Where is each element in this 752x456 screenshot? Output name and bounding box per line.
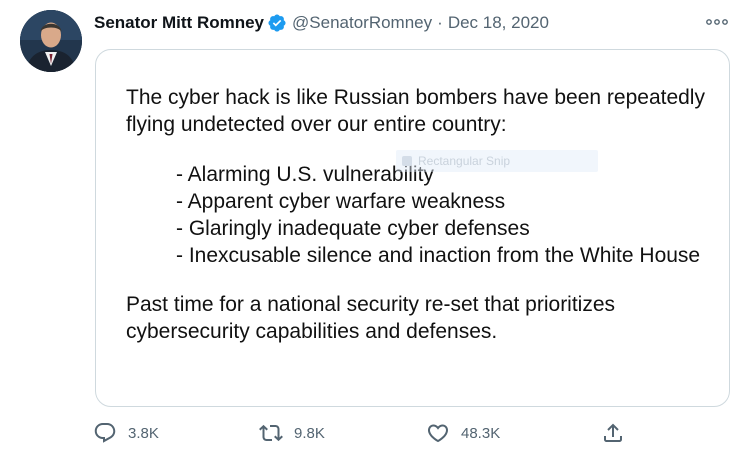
retweet-button[interactable]: 9.8K: [259, 421, 325, 445]
snip-tool-icon: [402, 156, 412, 166]
snip-overlay-label: Rectangular Snip: [418, 154, 511, 168]
reply-button[interactable]: 3.8K: [93, 421, 159, 445]
avatar-image: [20, 10, 82, 72]
bullet-item: - Inexcusable silence and inaction from …: [176, 244, 701, 267]
more-dots-icon: [706, 19, 728, 25]
more-options-button[interactable]: [704, 12, 730, 32]
tweet-actions: 3.8K 9.8K 48.3K: [93, 421, 633, 445]
verified-badge-icon: [267, 13, 287, 33]
avatar[interactable]: [20, 10, 82, 72]
author-name[interactable]: Senator Mitt Romney: [94, 13, 264, 33]
image-intro-text: The cyber hack is like Russian bombers h…: [126, 86, 705, 136]
reply-count: 3.8K: [128, 424, 159, 442]
share-button[interactable]: [601, 421, 625, 445]
separator-dot: ·: [437, 13, 443, 32]
bullet-item: - Apparent cyber warfare weakness: [176, 190, 506, 213]
tweet: Senator Mitt Romney @SenatorRomney · Dec…: [0, 0, 752, 456]
image-text: The cyber hack is like Russian bombers h…: [126, 84, 716, 345]
tweet-date[interactable]: Dec 18, 2020: [448, 13, 549, 33]
tweet-image-card[interactable]: The cyber hack is like Russian bombers h…: [95, 49, 730, 407]
share-icon: [604, 423, 622, 442]
author-handle[interactable]: @SenatorRomney: [292, 13, 432, 33]
snip-overlay: Rectangular Snip: [396, 150, 598, 172]
reply-icon: [94, 423, 116, 443]
tweet-header: Senator Mitt Romney @SenatorRomney · Dec…: [94, 12, 549, 34]
bullet-list: - Alarming U.S. vulnerability - Apparent…: [176, 161, 716, 269]
like-count: 48.3K: [461, 424, 501, 442]
retweet-icon: [259, 424, 283, 442]
bullet-item: - Glaringly inadequate cyber defenses: [176, 217, 530, 240]
image-conclusion-text: Past time for a national security re-set…: [126, 293, 616, 343]
like-button[interactable]: 48.3K: [426, 421, 500, 445]
heart-icon: [427, 424, 449, 443]
retweet-count: 9.8K: [294, 424, 325, 442]
